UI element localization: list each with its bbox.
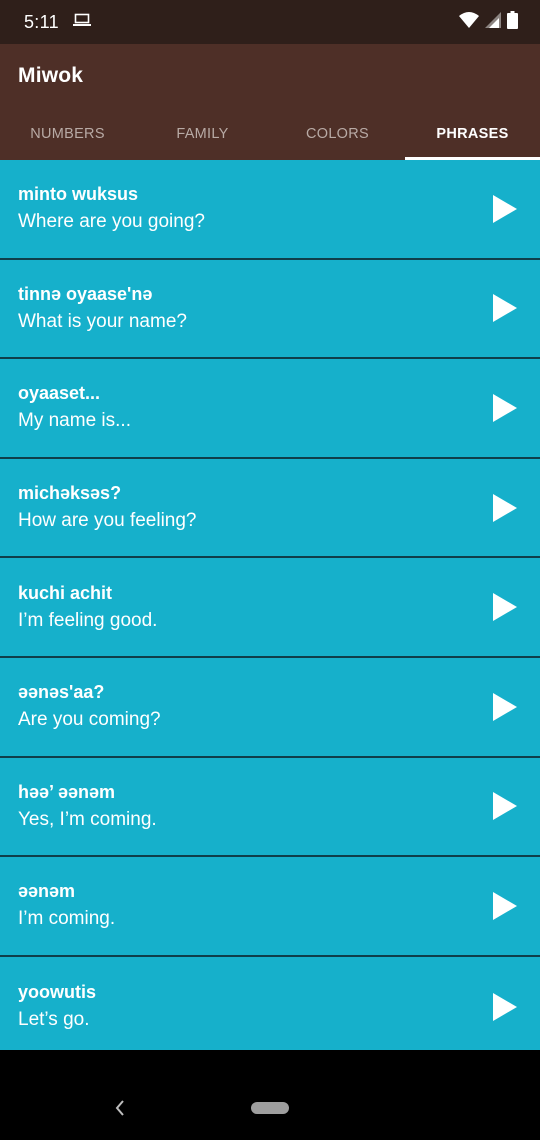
miwok-word: kuchi achit [18, 582, 113, 603]
status-time: 5:11 [24, 11, 59, 32]
list-item-text: yoowutis Let’s go. [18, 982, 96, 1031]
wifi-icon [459, 11, 479, 33]
list-item-text: kuchi achit I’m feeling good. [18, 583, 157, 632]
play-icon[interactable] [492, 992, 518, 1021]
tab-bar: NUMBERS FAMILY COLORS PHRASES [0, 108, 540, 160]
tab-numbers[interactable]: NUMBERS [0, 108, 135, 160]
screen: 5:11 Miwok NUMBERS FAMILY COLORS PHRASES… [0, 0, 540, 1140]
list-item-text: tinnә oyaase'nә What is your name? [18, 284, 187, 333]
battery-icon [507, 10, 518, 34]
signal-icon [485, 11, 501, 33]
list-item[interactable]: hәә’ әәnәm Yes, I’m coming. [0, 757, 540, 858]
play-icon[interactable] [492, 792, 518, 821]
english-word: I’m coming. [18, 908, 116, 930]
list-item[interactable]: yoowutis Let’s go. [0, 956, 540, 1057]
status-right [459, 10, 518, 34]
miwok-word: oyaaset... [18, 383, 101, 404]
miwok-word: minto wuksus [18, 184, 139, 205]
list-item-text: әәnәs'aa? Are you coming? [18, 682, 161, 731]
english-word: Let’s go. [18, 1009, 90, 1031]
list-item[interactable]: michәksәs? How are you feeling? [0, 458, 540, 559]
back-icon[interactable] [110, 1096, 130, 1120]
list-item-text: minto wuksus Where are you going? [18, 184, 205, 233]
english-word: Yes, I’m coming. [18, 808, 157, 830]
home-pill-button[interactable] [251, 1102, 289, 1114]
miwok-word: hәә’ әәnәm [18, 781, 116, 802]
phrase-list: minto wuksus Where are you going? tinnә … [0, 160, 540, 1057]
list-item[interactable]: minto wuksus Where are you going? [0, 160, 540, 260]
status-left: 5:11 [24, 12, 91, 33]
play-icon[interactable] [492, 593, 518, 622]
play-icon[interactable] [492, 194, 518, 223]
tab-phrases[interactable]: PHRASES [405, 108, 540, 160]
play-icon[interactable] [492, 891, 518, 920]
list-item-text: oyaaset... My name is... [18, 383, 131, 432]
english-word: Are you coming? [18, 709, 161, 731]
list-item[interactable]: kuchi achit I’m feeling good. [0, 558, 540, 658]
list-item-text: әәnәm I’m coming. [18, 881, 115, 930]
miwok-word: tinnә oyaase'nә [18, 283, 153, 304]
english-word: Where are you going? [18, 211, 205, 233]
list-item-text: hәә’ әәnәm Yes, I’m coming. [18, 782, 157, 831]
app-bar: Miwok [0, 44, 540, 108]
list-item-text: michәksәs? How are you feeling? [18, 483, 197, 532]
english-word: I’m feeling good. [18, 609, 158, 631]
list-item[interactable]: әәnәs'aa? Are you coming? [0, 657, 540, 758]
play-icon[interactable] [492, 294, 518, 323]
play-icon[interactable] [492, 393, 518, 422]
play-icon[interactable] [492, 493, 518, 522]
list-item[interactable]: tinnә oyaase'nә What is your name? [0, 259, 540, 360]
list-item[interactable]: oyaaset... My name is... [0, 359, 540, 459]
tab-family[interactable]: FAMILY [135, 108, 270, 160]
navigation-bar [0, 1050, 540, 1140]
status-bar: 5:11 [0, 0, 540, 44]
miwok-word: yoowutis [18, 982, 97, 1003]
laptop-icon [72, 13, 91, 32]
play-icon[interactable] [492, 692, 518, 721]
miwok-word: әәnәs'aa? [18, 682, 105, 703]
tab-colors[interactable]: COLORS [270, 108, 405, 160]
app-title: Miwok [18, 64, 84, 87]
english-word: What is your name? [18, 310, 187, 332]
miwok-word: әәnәm [18, 881, 76, 902]
list-item[interactable]: әәnәm I’m coming. [0, 857, 540, 957]
english-word: My name is... [18, 410, 131, 432]
miwok-word: michәksәs? [18, 483, 122, 504]
english-word: How are you feeling? [18, 510, 197, 532]
